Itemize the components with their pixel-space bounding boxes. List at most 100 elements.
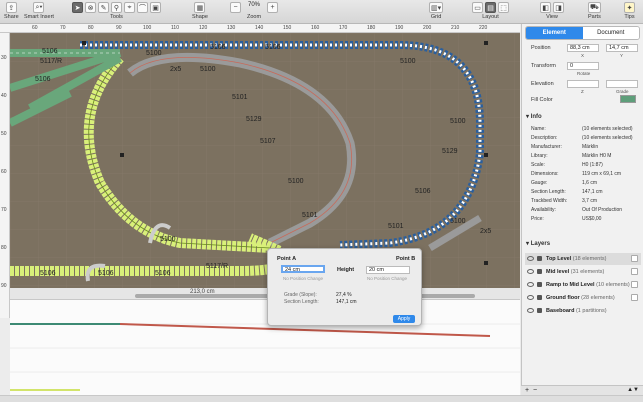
- rotate-field[interactable]: 0: [567, 62, 599, 70]
- lock-icon[interactable]: [537, 308, 542, 313]
- info-value: 1,6 cm: [582, 180, 598, 186]
- elevation-z-field[interactable]: [567, 80, 599, 88]
- view-label: View: [546, 14, 558, 20]
- z-label: Z: [581, 89, 584, 94]
- layer-name: Ground floor: [546, 295, 580, 301]
- share-group[interactable]: ⇪ Share: [4, 2, 19, 20]
- point-a-height-input[interactable]: 24 cm: [281, 265, 325, 273]
- layer-checkbox[interactable]: [631, 294, 638, 301]
- eye-icon[interactable]: [527, 256, 534, 261]
- train-tool-icon[interactable]: ▣: [150, 2, 161, 13]
- smart-insert-group[interactable]: ⌕▾ Smart Insert: [24, 2, 54, 20]
- shape-icon[interactable]: ▦: [194, 2, 206, 13]
- tips-group[interactable]: ✦ Tips: [624, 2, 635, 20]
- layer-count: (28 elements): [581, 295, 615, 301]
- layer-row[interactable]: Top Level (18 elements): [525, 253, 641, 265]
- info-key: Scale:: [531, 162, 545, 168]
- add-layer-icon[interactable]: +: [525, 387, 529, 394]
- point-b-label: Point B: [396, 256, 416, 262]
- lightbulb-icon[interactable]: ✦: [624, 2, 635, 13]
- layer-row[interactable]: Mid level (31 elements): [525, 266, 641, 278]
- status-bar: [0, 395, 643, 402]
- magnifier-icon[interactable]: ⌕▾: [33, 2, 45, 13]
- parts-icon[interactable]: ⛟: [588, 2, 601, 13]
- track-label: 5101: [232, 94, 248, 101]
- height-profile[interactable]: [10, 300, 520, 395]
- track-label: 5117/R: [206, 263, 228, 270]
- layer-checkbox[interactable]: [631, 255, 638, 262]
- track-label: 5129: [246, 116, 262, 123]
- remove-layer-icon[interactable]: −: [533, 387, 537, 394]
- share-icon[interactable]: ⇪: [5, 2, 17, 13]
- info-value: Märklin: [582, 144, 599, 150]
- zoom-in-icon[interactable]: +: [267, 2, 278, 13]
- lock-icon[interactable]: [537, 256, 542, 261]
- zoom-out-icon[interactable]: −: [230, 2, 241, 13]
- fill-color-swatch[interactable]: [620, 95, 636, 103]
- eye-icon[interactable]: [527, 282, 534, 287]
- ruler-tick: 50: [1, 131, 7, 137]
- left-panel-icon[interactable]: ◧: [540, 2, 551, 13]
- info-value: 3,7 cm: [582, 198, 598, 204]
- signal-tool-icon[interactable]: ⚲: [111, 2, 122, 13]
- layout-group: ▭ ▤ ⬚ Layout: [472, 2, 509, 20]
- pen-tool-icon[interactable]: ✎: [98, 2, 109, 13]
- parts-label: Parts: [588, 14, 601, 20]
- delete-tool-icon[interactable]: ⊗: [85, 2, 96, 13]
- pointer-tool-icon[interactable]: ➤: [72, 2, 83, 13]
- point-b-height-input[interactable]: 20 cm: [366, 266, 410, 274]
- layer-row[interactable]: Ground floor (28 elements): [525, 292, 641, 304]
- track-label: 5129: [442, 148, 458, 155]
- layers-section-title[interactable]: ▾ Layers: [526, 240, 550, 247]
- layer-checkbox[interactable]: [631, 268, 638, 275]
- eye-icon[interactable]: [527, 269, 534, 274]
- grid-icon[interactable]: ▥▾: [429, 2, 444, 13]
- right-panel-icon[interactable]: ◨: [553, 2, 564, 13]
- position-x-field[interactable]: 88,3 cm: [567, 44, 599, 52]
- ruler-tick: 210: [451, 25, 460, 31]
- tab-element[interactable]: Element: [526, 27, 583, 39]
- track-layout[interactable]: 5100 5106 5106 5106 5106 5117/R 5100 510…: [10, 33, 520, 288]
- info-section-title[interactable]: ▾ Info: [526, 113, 542, 120]
- layer-row[interactable]: Ramp to Mid Level (10 elements): [525, 279, 641, 291]
- position-y-field[interactable]: 14,7 cm: [606, 44, 638, 52]
- shape-group[interactable]: ▦ Shape: [192, 2, 208, 20]
- layout-2d-icon[interactable]: ▭: [472, 2, 483, 13]
- tab-document[interactable]: Document: [582, 27, 639, 39]
- reorder-layer-icon[interactable]: ▲▼: [627, 387, 639, 393]
- ruler-tick: 100: [143, 25, 152, 31]
- layer-row[interactable]: Baseboard (1 partitions): [525, 305, 641, 317]
- lock-icon[interactable]: [537, 269, 542, 274]
- lock-icon[interactable]: [537, 295, 542, 300]
- track-label: 5100: [400, 58, 416, 65]
- eye-icon[interactable]: [527, 308, 534, 313]
- eye-icon[interactable]: [527, 295, 534, 300]
- fill-color-label: Fill Color: [531, 97, 553, 103]
- ruler-tick: 180: [367, 25, 376, 31]
- grade-field[interactable]: [606, 80, 638, 88]
- height-label: Height: [337, 267, 355, 273]
- info-key: Manufacturer:: [531, 144, 562, 150]
- layer-count: (10 elements): [596, 282, 630, 288]
- grid-group[interactable]: ▥▾ Grid: [429, 2, 444, 20]
- layout-split-icon[interactable]: ▤: [485, 2, 496, 13]
- layout-3d-icon[interactable]: ⬚: [498, 2, 509, 13]
- track-label: 5106: [35, 76, 51, 83]
- lock-icon[interactable]: [537, 282, 542, 287]
- layer-checkbox[interactable]: [631, 281, 638, 288]
- ruler-tick: 160: [311, 25, 320, 31]
- apply-button[interactable]: Apply: [393, 315, 415, 323]
- info-value: Märklin H0 M: [582, 153, 612, 159]
- zoom-value[interactable]: 70%: [243, 2, 265, 13]
- parts-group[interactable]: ⛟ Parts: [588, 2, 601, 20]
- ruler-tick: 130: [227, 25, 236, 31]
- layout-canvas[interactable]: 5100 5106 5106 5106 5106 5117/R 5100 510…: [10, 33, 520, 288]
- x-label: X: [581, 53, 585, 58]
- measure-tool-icon[interactable]: ⌖: [124, 2, 135, 13]
- ruler-tick: 200: [423, 25, 432, 31]
- info-value: 147,1 cm: [582, 189, 603, 195]
- track-label: 5106: [415, 188, 431, 195]
- track-label: 5106: [40, 270, 56, 277]
- tunnel-tool-icon[interactable]: ⌒: [137, 2, 148, 13]
- ruler-tick: 80: [1, 245, 7, 251]
